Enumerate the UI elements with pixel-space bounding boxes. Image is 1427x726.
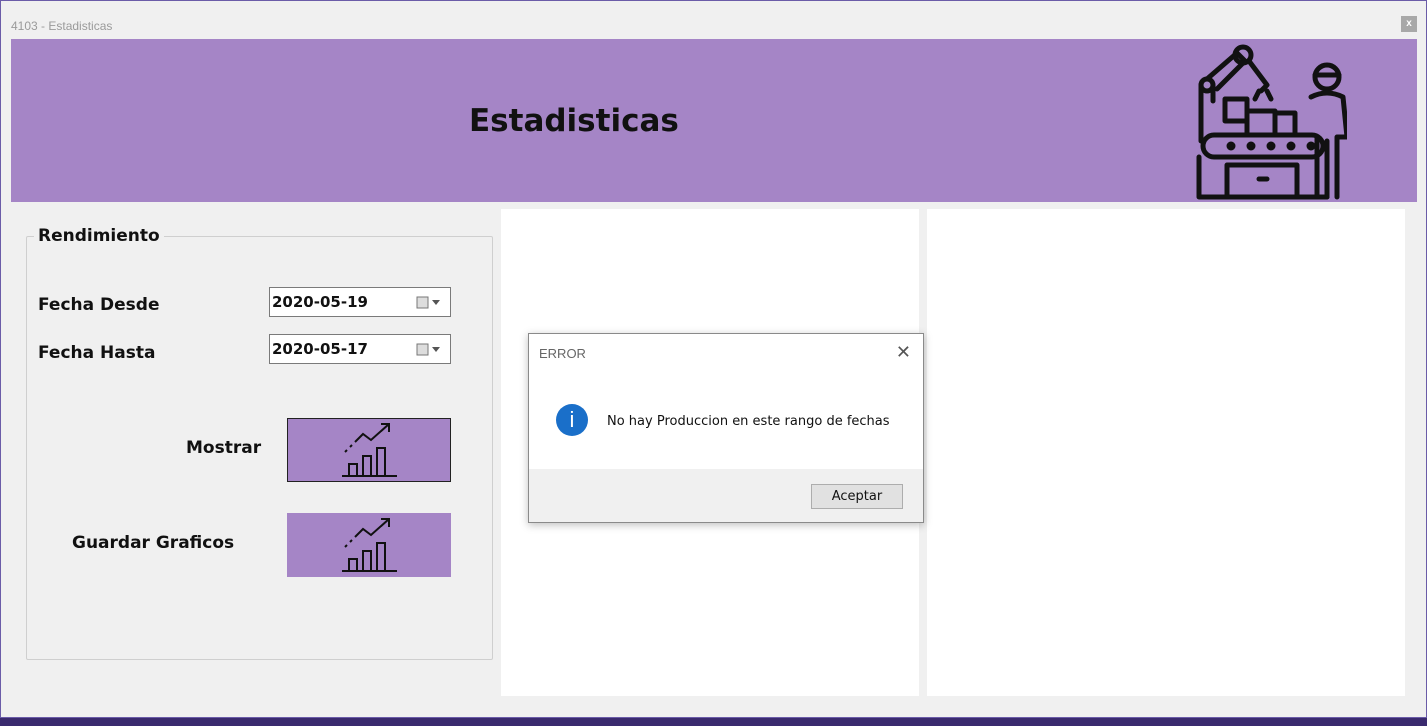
- growth-chart-icon: [342, 423, 397, 477]
- dialog-body: ERROR ✕ i No hay Produccion en este rang…: [529, 334, 923, 469]
- fecha-hasta-label: Fecha Hasta: [38, 343, 156, 363]
- aceptar-button[interactable]: Aceptar: [811, 484, 903, 509]
- title-bar[interactable]: 4103 - Estadisticas x: [1, 1, 1426, 39]
- calendar-dropdown-icon[interactable]: [416, 343, 442, 357]
- calendar-dropdown-icon[interactable]: [416, 296, 442, 310]
- window-title: 4103 - Estadisticas: [11, 19, 113, 33]
- guardar-graficos-button[interactable]: [287, 513, 451, 577]
- chart-panel-right: [927, 209, 1405, 696]
- fecha-desde-label: Fecha Desde: [38, 295, 160, 315]
- mostrar-button[interactable]: [287, 418, 451, 482]
- fecha-hasta-picker[interactable]: 2020-05-17: [269, 334, 451, 364]
- dialog-message: No hay Produccion en este rango de fecha…: [607, 414, 890, 429]
- fecha-desde-value: 2020-05-19: [272, 293, 368, 311]
- dialog-title: ERROR: [539, 346, 586, 361]
- mostrar-label: Mostrar: [186, 438, 262, 458]
- info-icon: i: [556, 404, 588, 436]
- growth-chart-icon: [342, 518, 397, 572]
- factory-robot-arm-worker-icon: [1196, 44, 1347, 200]
- fecha-desde-picker[interactable]: 2020-05-19: [269, 287, 451, 317]
- guardar-graficos-label: Guardar Graficos: [72, 533, 235, 553]
- page-title: Estadisticas: [469, 103, 679, 139]
- header-banner: Estadisticas: [11, 39, 1417, 202]
- rendimiento-legend: Rendimiento: [34, 226, 164, 246]
- fecha-hasta-value: 2020-05-17: [272, 340, 368, 358]
- window-close-button[interactable]: x: [1401, 16, 1417, 32]
- error-dialog: ERROR ✕ i No hay Produccion en este rang…: [528, 333, 924, 523]
- dialog-close-icon[interactable]: ✕: [896, 342, 911, 363]
